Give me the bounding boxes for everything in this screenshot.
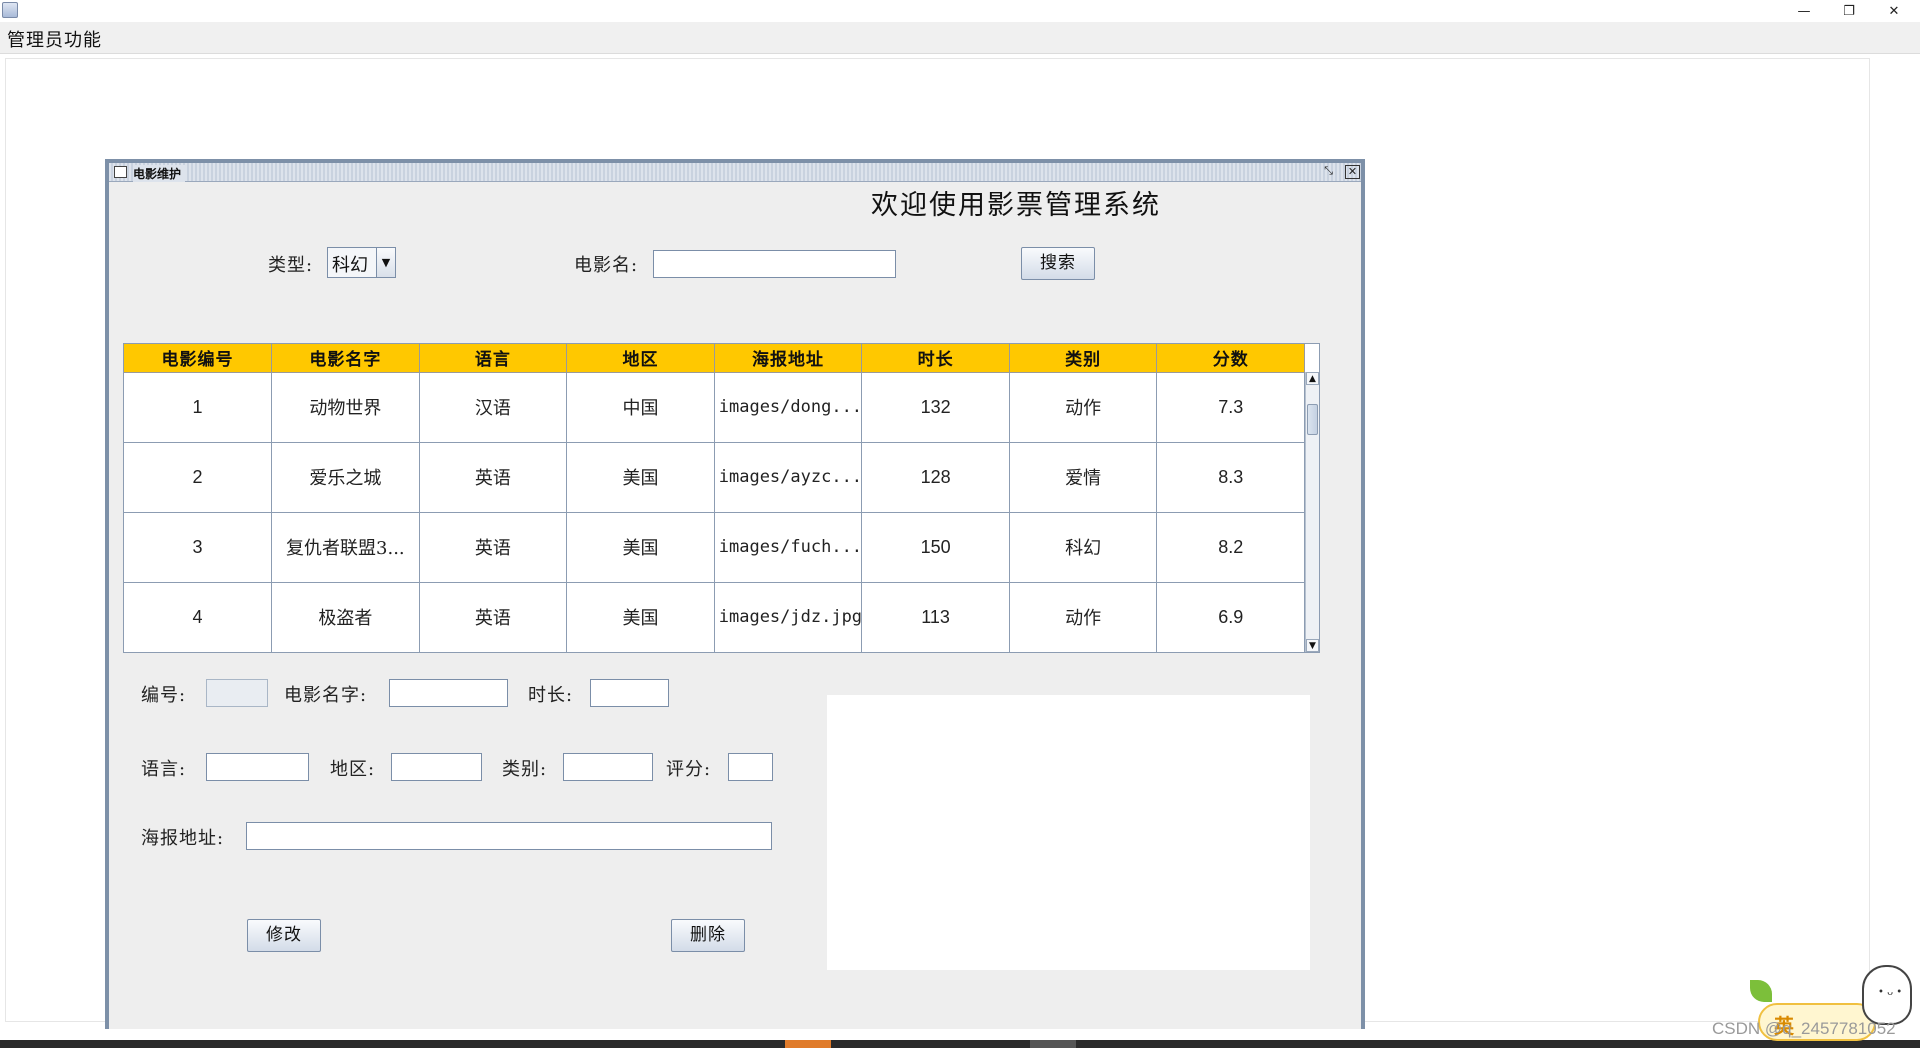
csdn-watermark: CSDN @q_2457781052	[1712, 1019, 1896, 1038]
cell-name[interactable]: 复仇者联盟3...	[271, 512, 420, 583]
cell-category[interactable]: 动作	[1009, 372, 1158, 443]
mascot-icon: • ᴗ •	[1862, 965, 1912, 1025]
cell-score[interactable]: 8.3	[1156, 442, 1305, 513]
movie-maintenance-frame: 电影维护 ⤡ ✕ 欢迎使用影票管理系统 类型: 科幻 ▼ 电影名: 搜索 电影编…	[105, 159, 1365, 1029]
cell-id[interactable]: 3	[124, 512, 273, 583]
cell-region[interactable]: 美国	[566, 582, 715, 653]
cell-score[interactable]: 7.3	[1156, 372, 1305, 443]
frame-title: 电影维护	[133, 165, 186, 182]
movie-table-grid: 电影编号 电影名字 语言 地区 海报地址 时长 类别 分数 1 动物世界 汉语 …	[124, 344, 1305, 653]
type-select[interactable]: 科幻 ▼	[327, 247, 396, 278]
column-header-score[interactable]: 分数	[1156, 344, 1305, 373]
cell-poster[interactable]: images/jdz.jpg	[714, 582, 863, 653]
movie-name-search-label: 电影名:	[574, 255, 639, 276]
minimize-button[interactable]: —	[1782, 0, 1826, 22]
movie-table: 电影编号 电影名字 语言 地区 海报地址 时长 类别 分数 1 动物世界 汉语 …	[123, 343, 1320, 653]
cell-language[interactable]: 英语	[419, 512, 568, 583]
menu-admin-functions[interactable]: 管理员功能	[7, 26, 102, 52]
score-label: 评分:	[666, 759, 712, 780]
column-header-region[interactable]: 地区	[566, 344, 715, 373]
type-select-value: 科幻	[332, 255, 368, 276]
score-field[interactable]	[728, 753, 773, 781]
type-label: 类型:	[268, 255, 314, 276]
scrollbar-thumb[interactable]	[1307, 404, 1318, 435]
cell-score[interactable]: 8.2	[1156, 512, 1305, 583]
scroll-down-icon[interactable]: ▼	[1306, 639, 1319, 652]
cell-duration[interactable]: 128	[861, 442, 1010, 513]
id-label: 编号:	[141, 685, 187, 706]
duration-field[interactable]	[590, 679, 669, 707]
column-header-id[interactable]: 电影编号	[124, 344, 273, 373]
restore-button[interactable]: ❐	[1827, 0, 1871, 22]
java-app-icon	[2, 2, 18, 18]
category-field[interactable]	[563, 753, 653, 781]
cell-category[interactable]: 爱情	[1009, 442, 1158, 513]
cell-duration[interactable]: 132	[861, 372, 1010, 443]
chevron-down-icon[interactable]: ▼	[376, 248, 395, 277]
cell-duration[interactable]: 113	[861, 582, 1010, 653]
cell-region[interactable]: 中国	[566, 372, 715, 443]
poster-path-field[interactable]	[246, 822, 772, 850]
close-button[interactable]: ✕	[1872, 0, 1916, 22]
menubar: 管理员功能	[0, 22, 1920, 54]
cell-language[interactable]: 英语	[419, 582, 568, 653]
frame-titlebar[interactable]: 电影维护 ⤡ ✕	[109, 163, 1361, 182]
table-vertical-scrollbar[interactable]: ▲ ▼	[1305, 372, 1319, 652]
cell-name[interactable]: 动物世界	[271, 372, 420, 443]
column-header-duration[interactable]: 时长	[861, 344, 1010, 373]
movie-name-label: 电影名字:	[284, 685, 368, 706]
taskbar-app-button[interactable]	[1030, 1040, 1076, 1048]
cell-id[interactable]: 4	[124, 582, 273, 653]
cell-score[interactable]: 6.9	[1156, 582, 1305, 653]
cell-id[interactable]: 1	[124, 372, 273, 443]
category-label: 类别:	[502, 759, 548, 780]
delete-button[interactable]: 删除	[671, 919, 745, 952]
cell-poster[interactable]: images/dong...	[714, 372, 863, 443]
movie-name-field[interactable]	[389, 679, 508, 707]
region-label: 地区:	[330, 759, 376, 780]
poster-preview-panel	[827, 695, 1310, 970]
scroll-up-icon[interactable]: ▲	[1306, 372, 1319, 385]
table-row[interactable]: 1 动物世界 汉语 中国 images/dong... 132 动作 7.3	[124, 372, 1305, 443]
cell-poster[interactable]: images/ayzc...	[714, 442, 863, 513]
cell-id[interactable]: 2	[124, 442, 273, 513]
table-row[interactable]: 4 极盗者 英语 美国 images/jdz.jpg 113 动作 6.9	[124, 582, 1305, 653]
taskbar-app-button[interactable]	[785, 1040, 831, 1048]
language-label: 语言:	[141, 759, 187, 780]
id-field	[206, 679, 268, 707]
table-row[interactable]: 3 复仇者联盟3... 英语 美国 images/fuch... 150 科幻 …	[124, 512, 1305, 583]
cell-name[interactable]: 极盗者	[271, 582, 420, 653]
column-header-category[interactable]: 类别	[1009, 344, 1158, 373]
taskbar	[0, 1040, 1920, 1048]
cell-language[interactable]: 英语	[419, 442, 568, 513]
language-field[interactable]	[206, 753, 309, 781]
frame-icon	[114, 166, 127, 178]
column-header-language[interactable]: 语言	[419, 344, 568, 373]
cell-region[interactable]: 美国	[566, 512, 715, 583]
cell-poster[interactable]: images/fuch...	[714, 512, 863, 583]
movie-name-search-input[interactable]	[653, 250, 896, 278]
cell-region[interactable]: 美国	[566, 442, 715, 513]
duration-label: 时长:	[528, 685, 574, 706]
table-row[interactable]: 2 爱乐之城 英语 美国 images/ayzc... 128 爱情 8.3	[124, 442, 1305, 513]
frame-maximize-icon[interactable]: ⤡	[1321, 165, 1336, 179]
column-header-name[interactable]: 电影名字	[271, 344, 420, 373]
cell-category[interactable]: 科幻	[1009, 512, 1158, 583]
column-header-poster[interactable]: 海报地址	[714, 344, 863, 373]
window-titlebar: — ❐ ✕	[0, 0, 1920, 22]
table-header-row: 电影编号 电影名字 语言 地区 海报地址 时长 类别 分数	[124, 344, 1305, 373]
region-field[interactable]	[391, 753, 482, 781]
search-button[interactable]: 搜索	[1021, 247, 1095, 280]
cell-duration[interactable]: 150	[861, 512, 1010, 583]
poster-path-label: 海报地址:	[141, 828, 225, 849]
welcome-heading: 欢迎使用影票管理系统	[871, 190, 1161, 221]
cell-name[interactable]: 爱乐之城	[271, 442, 420, 513]
cell-category[interactable]: 动作	[1009, 582, 1158, 653]
frame-close-icon[interactable]: ✕	[1345, 165, 1360, 179]
modify-button[interactable]: 修改	[247, 919, 321, 952]
cell-language[interactable]: 汉语	[419, 372, 568, 443]
